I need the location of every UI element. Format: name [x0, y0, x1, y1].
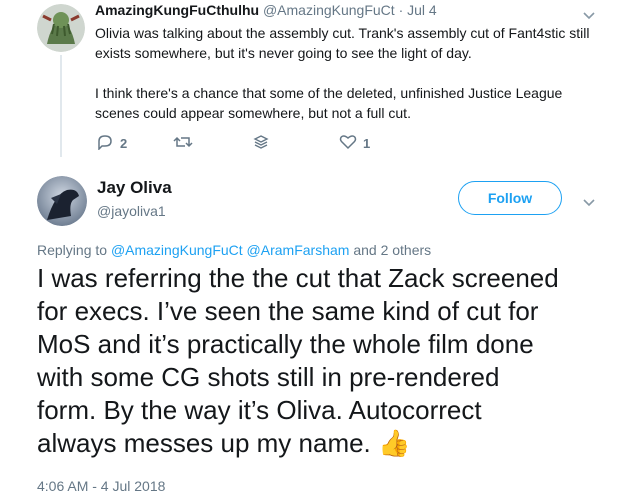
parent-text-line: Olivia was talking about the assembly cu… [95, 25, 590, 41]
parent-text-line: scenes could appear somewhere, but not a… [95, 105, 411, 121]
reply-icon [96, 134, 114, 153]
main-display-name[interactable]: Jay Oliva [97, 178, 172, 198]
reply-action[interactable]: 2 [96, 134, 127, 153]
main-avatar[interactable] [37, 176, 87, 226]
like-count: 1 [363, 136, 371, 151]
tweet-text-line: for execs. I’ve seen the same kind of cu… [37, 296, 539, 326]
parent-text-line: exists somewhere, but it's never going t… [95, 45, 472, 61]
reply-count: 2 [120, 136, 128, 151]
retweet-icon [173, 134, 193, 153]
parent-text-line: I think there's a chance that some of th… [95, 85, 563, 101]
tweet-text-line: form. By the way it’s Oliva. Autocorrect [37, 395, 482, 425]
parent-date[interactable]: Jul 4 [407, 2, 437, 18]
parent-tweet-header: AmazingKungFuCthulhu @AmazingKungFuCt · … [95, 2, 437, 18]
tweet-text-line: I was referring the the cut that Zack sc… [37, 263, 559, 293]
heart-icon [339, 134, 357, 153]
replying-to: Replying to @AmazingKungFuCt @AramFarsha… [37, 242, 431, 258]
main-tweet-text: I was referring the the cut that Zack sc… [37, 262, 607, 460]
chevron-down-icon[interactable] [582, 8, 596, 20]
header-separator: · [398, 2, 404, 18]
chevron-down-icon[interactable] [582, 195, 596, 207]
thread-connector-line [60, 55, 62, 157]
parent-avatar[interactable] [37, 4, 85, 52]
tweet-text-line: with some CG shots still in pre-rendered [37, 362, 500, 392]
follow-button[interactable]: Follow [458, 181, 562, 215]
parent-display-name[interactable]: AmazingKungFuCthulhu [95, 2, 259, 18]
tweet-text-line: always messes up my name. 👍 [37, 428, 411, 458]
retweet-action[interactable] [173, 134, 199, 153]
stack-icon [253, 134, 269, 153]
replying-others[interactable]: and 2 others [353, 242, 431, 258]
direct-message-action[interactable] [253, 134, 269, 153]
tweet-text-line: MoS and it’s practically the whole film … [37, 329, 534, 359]
tweet-timestamp[interactable]: 4:06 AM - 4 Jul 2018 [37, 478, 165, 494]
parent-handle[interactable]: @AmazingKungFuCt [263, 2, 395, 18]
main-handle[interactable]: @jayoliva1 [97, 203, 166, 219]
replying-prefix: Replying to [37, 242, 108, 258]
replying-mentions[interactable]: @AmazingKungFuCt @AramFarsham [111, 242, 350, 258]
like-action[interactable]: 1 [339, 134, 370, 153]
